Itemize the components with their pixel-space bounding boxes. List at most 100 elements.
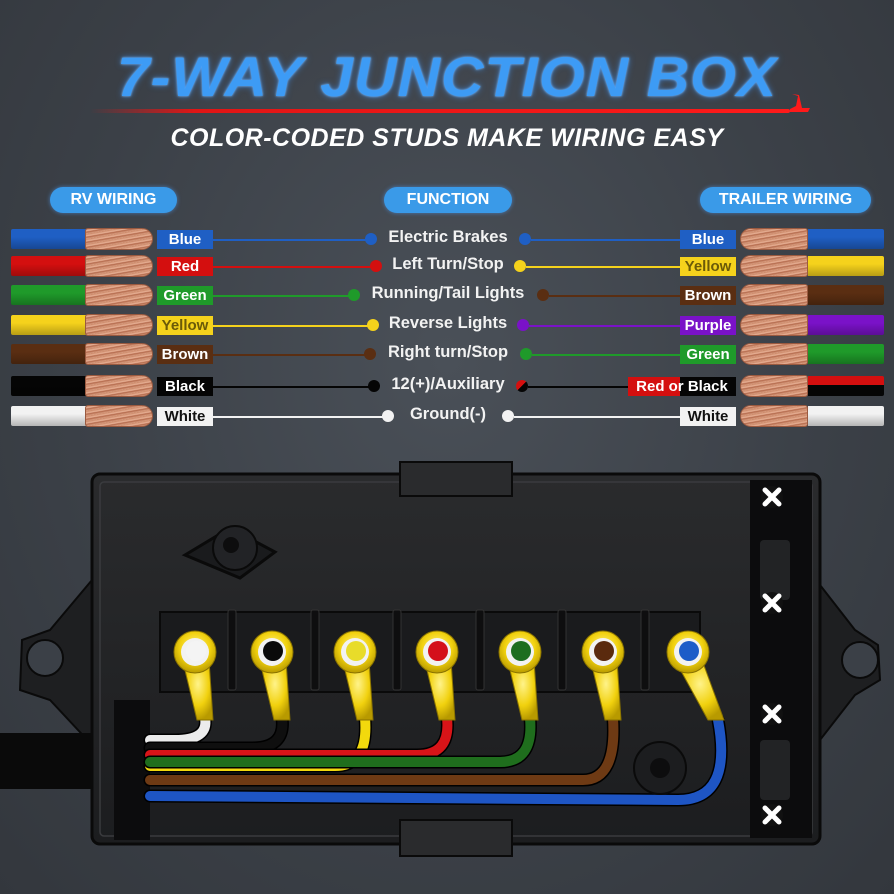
trailer-color-label: Purple bbox=[680, 316, 736, 335]
wiring-row: Blue Electric Brakes Blue bbox=[0, 227, 894, 251]
wiring-row: White Ground(-) White bbox=[0, 404, 894, 428]
rv-wiring-header: RV WIRING bbox=[50, 187, 177, 213]
rv-color-label: Green bbox=[157, 286, 213, 305]
trailer-color-label: Brown bbox=[680, 286, 736, 305]
copper-strands-icon bbox=[740, 375, 808, 397]
function-label: Running/Tail Lights bbox=[371, 284, 525, 302]
strain-relief bbox=[633, 741, 687, 795]
rv-color-label: Yellow bbox=[157, 316, 213, 335]
trailer-color-label: Yellow bbox=[680, 257, 736, 276]
rv-color-dot bbox=[347, 289, 360, 301]
terminal-divider bbox=[392, 609, 402, 691]
rv-color-dot bbox=[364, 348, 376, 360]
copper-strands-icon bbox=[740, 284, 808, 306]
function-label: Ground(-) bbox=[409, 405, 487, 423]
copper-strands-icon bbox=[740, 405, 808, 427]
terminal-divider bbox=[310, 609, 320, 691]
wiring-row: Green Running/Tail Lights Brown bbox=[0, 283, 894, 307]
trailer-color-label: White bbox=[680, 407, 736, 426]
rv-wire bbox=[11, 376, 87, 396]
rv-color-label: Brown bbox=[157, 345, 213, 364]
screw-icon bbox=[761, 804, 783, 826]
function-label: Right turn/Stop bbox=[387, 343, 509, 361]
trailer-color-dot bbox=[502, 410, 514, 422]
rv-color-dot bbox=[370, 260, 382, 272]
trailer-connector-line bbox=[531, 239, 680, 241]
rv-wire bbox=[11, 406, 87, 426]
title-underline bbox=[90, 109, 790, 113]
rv-color-label: Blue bbox=[157, 230, 213, 249]
copper-strands-icon bbox=[740, 314, 808, 336]
trailer-color-dot bbox=[516, 380, 528, 392]
rv-wire bbox=[11, 229, 87, 249]
trailer-connector-line bbox=[548, 295, 680, 297]
rv-connector-line bbox=[213, 386, 374, 388]
trailer-wire bbox=[808, 406, 884, 426]
copper-strands-icon bbox=[85, 228, 153, 250]
terminal-divider bbox=[640, 609, 650, 691]
page-subtitle: COLOR-CODED STUDS MAKE WIRING EASY bbox=[170, 124, 724, 152]
rv-color-dot bbox=[367, 319, 379, 331]
trailer-connector-line bbox=[532, 354, 680, 356]
trailer-connector-line bbox=[514, 416, 680, 418]
trailer-wire bbox=[808, 229, 884, 249]
rv-connector-line bbox=[213, 239, 371, 241]
mounting-ear-right bbox=[819, 582, 882, 743]
rv-color-dot bbox=[382, 410, 394, 422]
trailer-connector-line bbox=[526, 266, 680, 268]
mounting-ear-left bbox=[18, 577, 93, 748]
rv-connector-line bbox=[213, 325, 373, 327]
trailer-color-dot bbox=[519, 233, 531, 245]
trailer-color-dot bbox=[520, 348, 532, 360]
rv-wire bbox=[11, 315, 87, 335]
terminal-divider bbox=[557, 609, 567, 691]
terminal-divider bbox=[227, 609, 237, 691]
copper-strands-icon bbox=[740, 228, 808, 250]
trailer-wire bbox=[808, 315, 884, 335]
terminal-divider bbox=[475, 609, 485, 691]
function-label: Left Turn/Stop bbox=[392, 255, 504, 273]
rv-wire bbox=[11, 344, 87, 364]
rv-color-label: Red bbox=[157, 257, 213, 276]
rv-connector-line bbox=[213, 266, 376, 268]
junction-box-illustration bbox=[0, 461, 882, 857]
copper-strands-icon bbox=[740, 255, 808, 277]
rv-connector-line bbox=[213, 295, 354, 297]
trailer-color-dot bbox=[536, 289, 549, 301]
copper-strands-icon bbox=[85, 255, 153, 277]
trailer-color-label: Blue bbox=[680, 230, 736, 249]
copper-strands-icon bbox=[85, 284, 153, 306]
rv-color-label: White bbox=[157, 407, 213, 426]
copper-strands-icon bbox=[85, 375, 153, 397]
trailer-connector-line bbox=[529, 325, 680, 327]
underline-tip-icon bbox=[790, 94, 810, 112]
trailer-color-label: Red or Black bbox=[628, 377, 736, 396]
screw-icon bbox=[761, 703, 783, 725]
rv-connector-line bbox=[213, 354, 370, 356]
trailer-connector-line bbox=[528, 386, 628, 388]
rv-color-dot bbox=[365, 233, 377, 245]
function-label: Electric Brakes bbox=[388, 228, 508, 246]
page-title: 7-WAY JUNCTION BOX bbox=[116, 45, 778, 108]
copper-strands-icon bbox=[85, 314, 153, 336]
trailer-color-dot bbox=[514, 260, 526, 272]
wiring-row: Yellow Reverse Lights Purple bbox=[0, 313, 894, 337]
screw-icon bbox=[761, 592, 783, 614]
wiring-row: Black 12(+)/Auxiliary Red or Black bbox=[0, 374, 894, 398]
wiring-row: Brown Right turn/Stop Green bbox=[0, 342, 894, 366]
rv-wire bbox=[11, 256, 87, 276]
trailer-color-label: Green bbox=[680, 345, 736, 364]
copper-strands-icon bbox=[85, 343, 153, 365]
screw-icon bbox=[761, 486, 783, 508]
function-label: Reverse Lights bbox=[388, 314, 508, 332]
trailer-wire bbox=[808, 256, 884, 276]
trailer-wire bbox=[808, 376, 884, 396]
trailer-wire bbox=[808, 344, 884, 364]
trailer-wire bbox=[808, 285, 884, 305]
function-header: FUNCTION bbox=[384, 187, 512, 213]
rv-wire bbox=[11, 285, 87, 305]
rv-color-dot bbox=[368, 380, 380, 392]
trailer-wiring-header: TRAILER WIRING bbox=[700, 187, 871, 213]
function-label: 12(+)/Auxiliary bbox=[391, 375, 505, 393]
trailer-color-dot bbox=[517, 319, 529, 331]
